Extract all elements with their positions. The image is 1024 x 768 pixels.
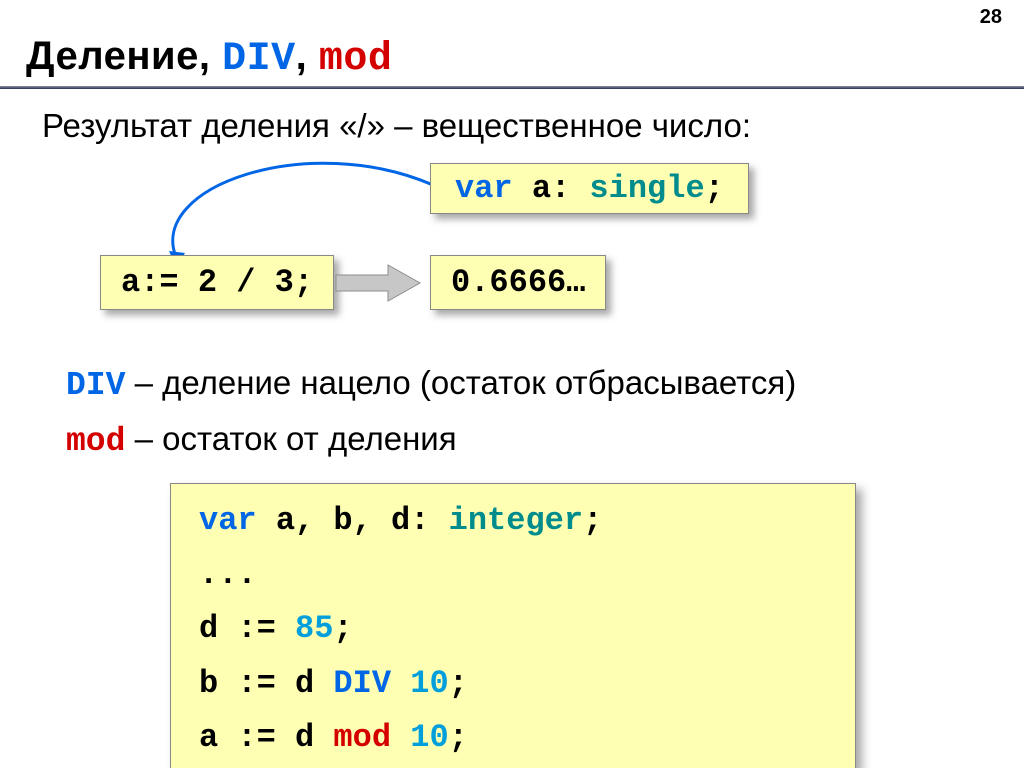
- title-comma-2: ,: [296, 34, 308, 78]
- def-div: DIV – деление нацело (остаток отбрасывае…: [66, 357, 984, 413]
- code-block-integer: var a, b, d: integer; ... d := 85; b := …: [170, 483, 856, 768]
- title-underline: [0, 86, 1024, 89]
- title-comma-1: ,: [199, 34, 211, 78]
- code-line-4: b := d DIV 10;: [199, 657, 827, 711]
- cl5-pre: a := d: [199, 719, 333, 756]
- var-rest: a:: [513, 170, 590, 207]
- code-box-expression: a:= 2 / 3;: [100, 255, 334, 310]
- cl5-semi: ;: [449, 719, 468, 756]
- slide-title: Деление, DIV, mod: [26, 34, 984, 82]
- cl4-num: 10: [410, 665, 448, 702]
- title-mod-kw: mod: [319, 37, 393, 82]
- title-word: Деление: [26, 34, 199, 78]
- cl3-num: 85: [295, 610, 333, 647]
- code-line-3: d := 85;: [199, 602, 827, 656]
- cl5-num: 10: [410, 719, 448, 756]
- var-semi: ;: [705, 170, 724, 207]
- intro-text: Результат деления «/» – вещественное чис…: [42, 107, 984, 145]
- cl4-sp: [391, 665, 410, 702]
- kw-integer: integer: [449, 502, 583, 539]
- result-arrow-icon: [336, 262, 422, 304]
- cl5-sp: [391, 719, 410, 756]
- code-line-2: ...: [199, 548, 827, 602]
- cl3-pre: d :=: [199, 610, 295, 647]
- cl3-semi: ;: [333, 610, 352, 647]
- cl1-semi: ;: [583, 502, 602, 539]
- def-div-text: – деление нацело (остаток отбрасывается): [125, 364, 796, 401]
- def-div-kw: DIV: [66, 367, 125, 404]
- page-number: 28: [980, 6, 1002, 29]
- cl1-mid: a, b, d:: [257, 502, 449, 539]
- kw-var: var: [455, 170, 513, 207]
- kw-single: single: [589, 170, 704, 207]
- cl4-pre: b := d: [199, 665, 333, 702]
- cl5-op: mod: [333, 719, 391, 756]
- cl4-op: DIV: [333, 665, 391, 702]
- slide: 28 Деление, DIV, mod Результат деления «…: [0, 0, 1024, 768]
- cl4-semi: ;: [449, 665, 468, 702]
- def-mod-kw: mod: [66, 423, 125, 460]
- code-line-5: a := d mod 10;: [199, 711, 827, 765]
- def-mod: mod – остаток от деления: [66, 413, 984, 469]
- code-box-var-single: var a: single;: [430, 163, 749, 214]
- example-area: var a: single; a:= 2 / 3; 0.6666…: [40, 163, 984, 343]
- code-line-1: var a, b, d: integer;: [199, 494, 827, 548]
- title-div-kw: DIV: [222, 37, 296, 82]
- code-box-result: 0.6666…: [430, 255, 606, 310]
- definitions: DIV – деление нацело (остаток отбрасывае…: [66, 357, 984, 469]
- kw-var-2: var: [199, 502, 257, 539]
- def-mod-text: – остаток от деления: [125, 420, 456, 457]
